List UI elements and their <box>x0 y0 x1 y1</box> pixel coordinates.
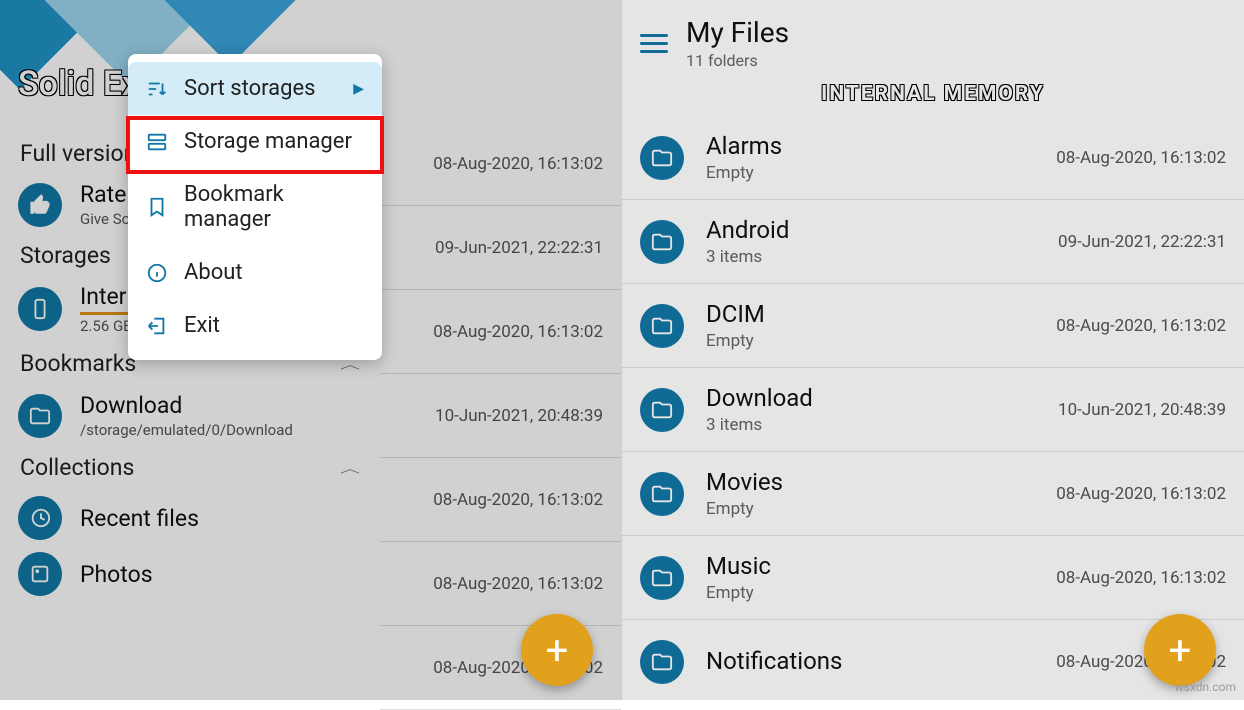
list-item[interactable]: 08-Aug-2020, 16:13:02 <box>380 290 621 374</box>
thumbs-up-icon <box>18 183 62 227</box>
photos-item[interactable]: Photos <box>0 546 380 602</box>
chevron-up-icon: ︿ <box>340 459 360 476</box>
info-icon <box>146 262 168 284</box>
list-item[interactable]: 08-Aug-2020, 16:13:02 <box>380 458 621 542</box>
section-header: INTERNAL MEMORY <box>622 78 1244 116</box>
hamburger-icon[interactable] <box>640 34 668 53</box>
bookmark-icon <box>146 196 168 218</box>
list-item[interactable]: DCIMEmpty 08-Aug-2020, 16:13:02 <box>622 284 1244 368</box>
download-title: Download <box>80 392 362 419</box>
folder-icon <box>640 304 684 348</box>
image-icon <box>18 552 62 596</box>
exit-item[interactable]: Exit <box>128 299 382 352</box>
list-item[interactable]: Download3 items 10-Jun-2021, 20:48:39 <box>622 368 1244 452</box>
folder-icon <box>640 388 684 432</box>
storage-icon <box>146 131 168 153</box>
collections-header[interactable]: Collections ︿ <box>0 445 380 490</box>
bookmark-manager-item[interactable]: Bookmark manager <box>128 168 382 246</box>
file-list-left: 08-Aug-2020, 16:13:02 09-Jun-2021, 22:22… <box>380 122 621 700</box>
list-item[interactable]: 10-Jun-2021, 20:48:39 <box>380 374 621 458</box>
folder-icon <box>640 472 684 516</box>
folder-icon <box>640 136 684 180</box>
fab-add-button[interactable]: + <box>521 614 593 686</box>
page-subtitle: 11 folders <box>686 51 789 70</box>
folder-icon <box>640 556 684 600</box>
plus-icon: + <box>1169 627 1192 674</box>
recent-files-item[interactable]: Recent files <box>0 490 380 546</box>
overflow-menu: Sort storages ▶ Storage manager Bookmark… <box>128 54 382 360</box>
list-item[interactable]: MoviesEmpty 08-Aug-2020, 16:13:02 <box>622 452 1244 536</box>
list-item[interactable]: AlarmsEmpty 08-Aug-2020, 16:13:02 <box>622 116 1244 200</box>
page-title: My Files <box>686 16 789 49</box>
list-item[interactable]: MusicEmpty 08-Aug-2020, 16:13:02 <box>622 536 1244 620</box>
fab-add-button[interactable]: + <box>1144 614 1216 686</box>
folder-icon <box>640 640 684 684</box>
photos-title: Photos <box>80 561 362 588</box>
folder-icon <box>18 394 62 438</box>
list-item[interactable]: 08-Aug-2020, 16:13:02 <box>380 542 621 626</box>
phone-icon <box>18 287 62 331</box>
exit-icon <box>146 315 168 337</box>
list-item[interactable]: Android3 items 09-Jun-2021, 22:22:31 <box>622 200 1244 284</box>
folder-list: AlarmsEmpty 08-Aug-2020, 16:13:02 Androi… <box>622 116 1244 704</box>
plus-icon: + <box>546 627 569 674</box>
folder-icon <box>640 220 684 264</box>
sort-icon <box>146 78 168 100</box>
storage-manager-item[interactable]: Storage manager <box>128 115 382 168</box>
sort-storages-item[interactable]: Sort storages ▶ <box>128 62 382 115</box>
download-path: /storage/emulated/0/Download <box>80 421 362 439</box>
chevron-right-icon: ▶ <box>353 81 364 97</box>
recent-title: Recent files <box>80 505 362 532</box>
history-icon <box>18 496 62 540</box>
list-item[interactable]: 08-Aug-2020, 16:13:02 <box>380 122 621 206</box>
bookmark-download-item[interactable]: Download /storage/emulated/0/Download <box>0 386 380 445</box>
watermark: wsxdn.com <box>1175 680 1236 694</box>
list-item[interactable]: 09-Jun-2021, 22:22:31 <box>380 206 621 290</box>
about-item[interactable]: About <box>128 246 382 299</box>
